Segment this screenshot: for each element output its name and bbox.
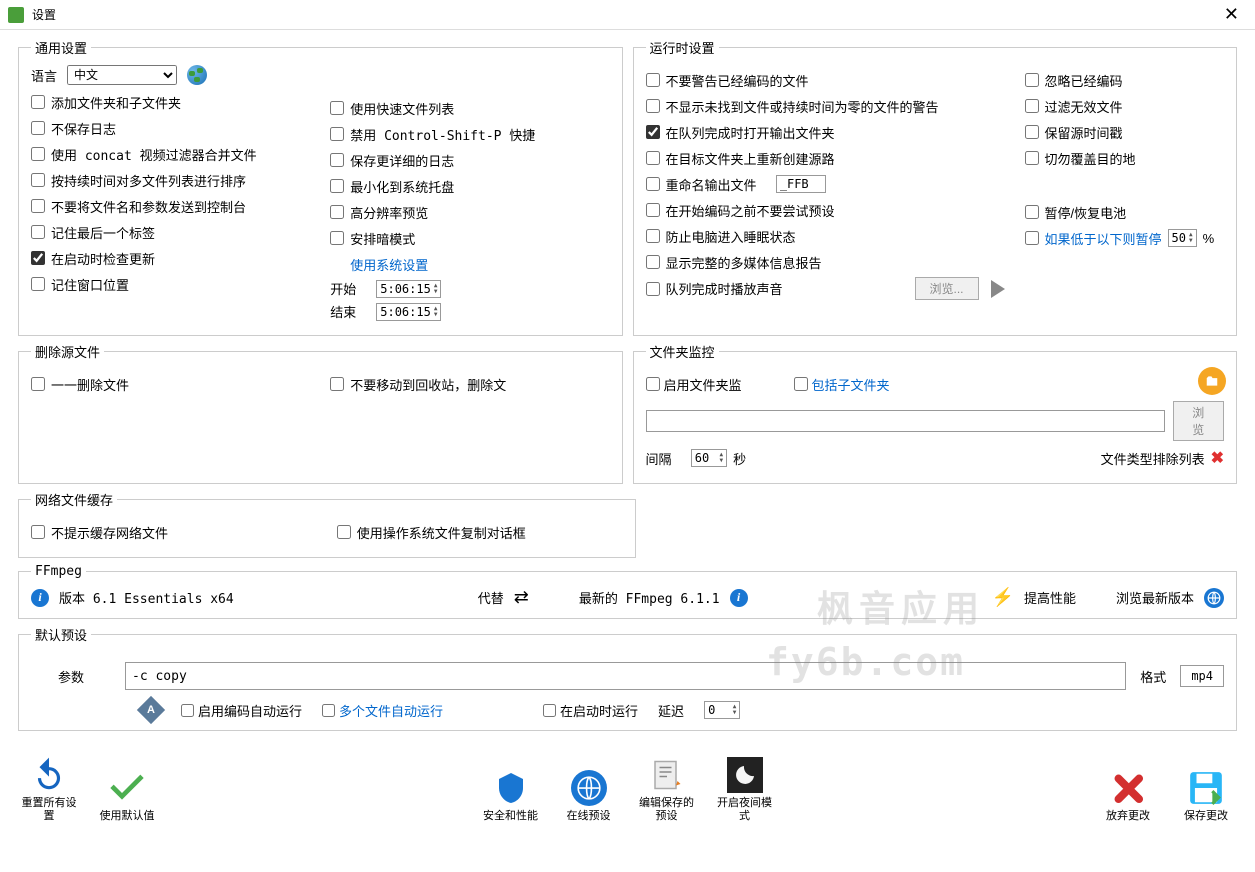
cb-minimize-tray[interactable] — [330, 179, 344, 193]
auto-icon: A — [137, 696, 165, 724]
cb-delete-permanent[interactable] — [330, 377, 344, 391]
delay-input[interactable]: 0 ▲▼ — [704, 701, 740, 719]
start-time-label: 开始 — [330, 279, 366, 298]
web-icon[interactable] — [1204, 588, 1224, 608]
app-icon — [8, 7, 24, 23]
start-time-input[interactable]: 5:06:15▲▼ — [376, 280, 441, 298]
end-time-label: 结束 — [330, 302, 366, 321]
ffmpeg-latest: 最新的 FFmpeg 6.1.1 — [579, 588, 720, 607]
cb-remember-window[interactable] — [31, 277, 45, 291]
cb-delete-one[interactable] — [31, 377, 45, 391]
cb-os-copy-dialog[interactable] — [337, 525, 351, 539]
cb-recreate-path[interactable] — [646, 151, 660, 165]
cb-sort-duration[interactable] — [31, 173, 45, 187]
general-settings-group: 通用设置 语言 中文 添加文件夹和子文件夹 不保存日志 使用 concat 视频… — [18, 38, 623, 336]
network-cache-group: 网络文件缓存 不提示缓存网络文件 使用操作系统文件复制对话框 — [18, 490, 636, 558]
cb-auto-encode[interactable] — [181, 704, 194, 717]
delete-source-group: 删除源文件 一一删除文件 不要移动到回收站，删除文 — [18, 342, 623, 484]
default-preset-group: 默认预设 参数 格式 mp4 A 启用编码自动运行 多个文件自动运行 在启动时运… — [18, 625, 1237, 731]
cb-pause-battery[interactable] — [1025, 205, 1039, 219]
cb-no-save-log[interactable] — [31, 121, 45, 135]
close-button[interactable]: ✕ — [1216, 4, 1247, 25]
cb-include-subfolder[interactable] — [794, 377, 808, 391]
swap-icon[interactable]: ⇄ — [514, 587, 529, 608]
cb-full-media-report[interactable] — [646, 255, 660, 269]
night-mode-button[interactable]: 开启夜间模式 — [716, 755, 774, 823]
edit-saved-presets-button[interactable]: 编辑保存的预设 — [638, 755, 696, 823]
cb-multi-auto[interactable] — [322, 704, 335, 717]
play-icon[interactable] — [991, 280, 1005, 298]
cb-prevent-sleep[interactable] — [646, 229, 660, 243]
cb-rename-output[interactable] — [646, 177, 660, 191]
window-title: 设置 — [32, 6, 1216, 23]
param-input[interactable] — [125, 662, 1126, 690]
cb-fast-filelist[interactable] — [330, 101, 344, 115]
language-label: 语言 — [31, 66, 57, 85]
format-label: 格式 — [1140, 667, 1166, 686]
browse-latest-link[interactable]: 浏览最新版本 — [1116, 588, 1194, 607]
param-label: 参数 — [31, 667, 111, 686]
use-defaults-button[interactable]: 使用默认值 — [98, 768, 156, 823]
discard-changes-button[interactable]: 放弃更改 — [1099, 768, 1157, 823]
cb-open-output[interactable] — [646, 125, 660, 139]
runtime-settings-group: 运行时设置 不要警告已经编码的文件 不显示未找到文件或持续时间为零的文件的警告 … — [633, 38, 1238, 336]
replace-label: 代替 — [478, 588, 504, 607]
cb-pause-below[interactable] — [1025, 231, 1039, 245]
cb-add-subfolders[interactable] — [31, 95, 45, 109]
interval-label: 间隔 — [646, 449, 672, 468]
bolt-icon: ⚡ — [992, 587, 1014, 608]
online-presets-button[interactable]: 在线预设 — [560, 768, 618, 823]
exclude-list-label: 文件类型排除列表 — [1101, 449, 1205, 468]
format-value[interactable]: mp4 — [1180, 665, 1224, 687]
ffmpeg-version: 版本 6.1 Essentials x64 — [59, 588, 234, 607]
exclude-remove-icon[interactable]: ✖ — [1211, 448, 1224, 468]
delay-label: 延迟 — [658, 701, 684, 720]
folder-monitor-legend: 文件夹监控 — [646, 342, 719, 361]
cb-no-warn-encoded[interactable] — [646, 73, 660, 87]
info-icon: i — [31, 589, 49, 607]
monitor-path-input[interactable] — [646, 410, 1165, 432]
cb-hires-preview[interactable] — [330, 205, 344, 219]
cb-ignore-encoded[interactable] — [1025, 73, 1039, 87]
cb-play-sound[interactable] — [646, 282, 660, 296]
cb-schedule-dark[interactable] — [330, 231, 344, 245]
end-time-input[interactable]: 5:06:15▲▼ — [376, 303, 441, 321]
language-select[interactable]: 中文 — [67, 65, 177, 85]
network-cache-legend: 网络文件缓存 — [31, 490, 117, 509]
cb-never-overwrite[interactable] — [1025, 151, 1039, 165]
cb-concat-filter[interactable] — [31, 147, 45, 161]
cb-no-console[interactable] — [31, 199, 45, 213]
ffmpeg-group: FFmpeg i 版本 6.1 Essentials x64 代替 ⇄ 最新的 … — [18, 564, 1237, 619]
cb-run-on-start[interactable] — [543, 704, 556, 717]
folder-monitor-group: 文件夹监控 启用文件夹监 包括子文件夹 浏览 间隔 60 ▲▼ 秒 文件类型排除… — [633, 342, 1238, 484]
reset-all-button[interactable]: 重置所有设置 — [20, 755, 78, 823]
monitor-browse-button[interactable]: 浏览 — [1173, 401, 1225, 441]
cb-no-test-preset[interactable] — [646, 203, 660, 217]
globe-icon[interactable] — [187, 65, 207, 85]
cb-no-cache-prompt[interactable] — [31, 525, 45, 539]
info-icon-2: i — [730, 589, 748, 607]
security-perf-button[interactable]: 安全和性能 — [482, 768, 540, 823]
cb-detailed-log[interactable] — [330, 153, 344, 167]
cb-keep-timestamp[interactable] — [1025, 125, 1039, 139]
interval-input[interactable]: 60 ▲▼ — [691, 449, 727, 467]
cb-no-warn-missing[interactable] — [646, 99, 660, 113]
default-preset-legend: 默认预设 — [31, 625, 91, 644]
ffmpeg-legend: FFmpeg — [31, 564, 86, 579]
runtime-legend: 运行时设置 — [646, 38, 719, 57]
pause-pct-input[interactable]: 50▲▼ — [1168, 229, 1197, 247]
cb-enable-monitor[interactable] — [646, 377, 660, 391]
rename-suffix-input[interactable] — [776, 175, 826, 193]
sound-browse-button[interactable]: 浏览... — [915, 277, 979, 300]
save-changes-button[interactable]: 保存更改 — [1177, 768, 1235, 823]
delete-source-legend: 删除源文件 — [31, 342, 104, 361]
general-legend: 通用设置 — [31, 38, 91, 57]
cb-remember-tab[interactable] — [31, 225, 45, 239]
folder-monitor-icon[interactable] — [1198, 367, 1226, 395]
cb-check-update[interactable] — [31, 251, 45, 265]
cb-filter-invalid[interactable] — [1025, 99, 1039, 113]
use-system-settings-link[interactable]: 使用系统设置 — [350, 255, 428, 274]
cb-disable-shortcut[interactable] — [330, 127, 344, 141]
boost-perf-link[interactable]: 提高性能 — [1024, 588, 1076, 607]
